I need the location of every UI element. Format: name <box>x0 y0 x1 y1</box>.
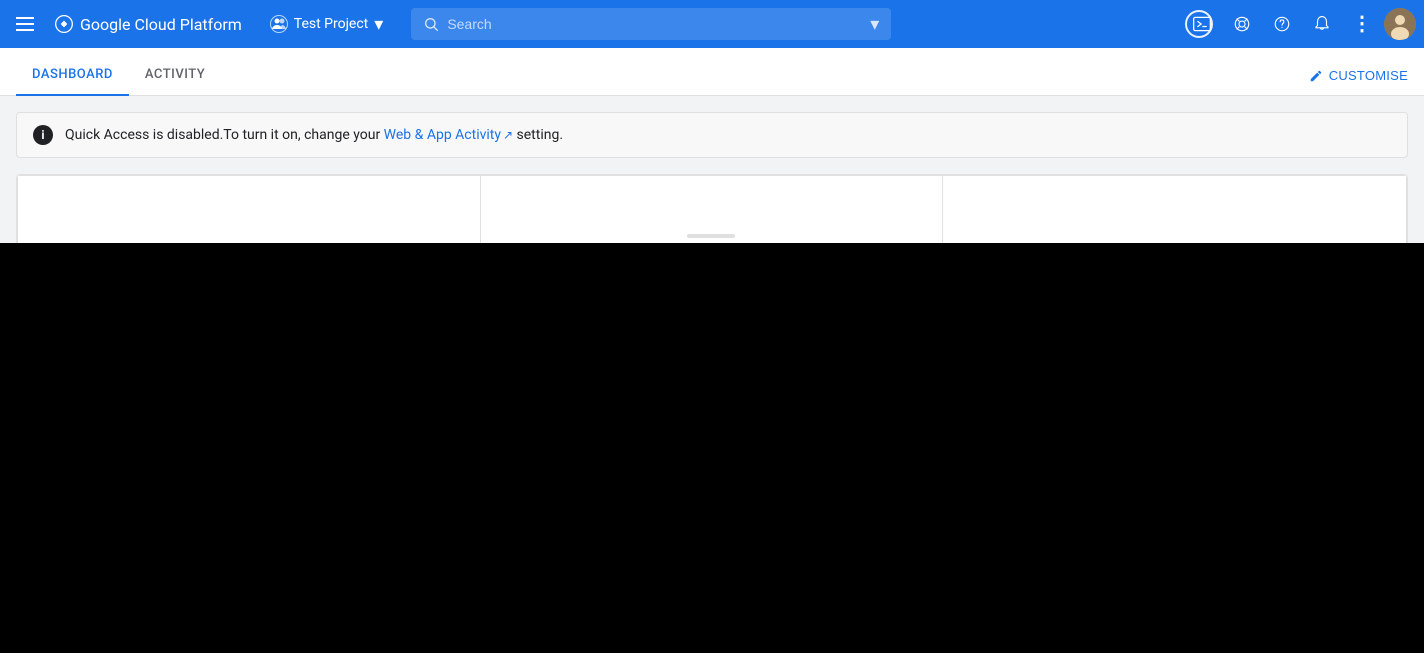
avatar[interactable] <box>1384 8 1416 40</box>
gcp-logo: Google Cloud Platform <box>54 14 242 34</box>
project-name: Test Project <box>294 16 368 32</box>
top-bar-left: Google Cloud Platform Test Project ▾ <box>8 9 391 39</box>
cloud-shell-button[interactable] <box>1184 6 1220 42</box>
search-bar: ▾ <box>411 8 891 40</box>
support-button[interactable] <box>1224 6 1260 42</box>
gcp-logo-icon <box>54 14 74 34</box>
bell-icon <box>1313 15 1331 33</box>
notifications-button[interactable] <box>1304 6 1340 42</box>
top-navigation-bar: Google Cloud Platform Test Project ▾ ▾ <box>0 0 1424 48</box>
help-icon <box>1273 15 1291 33</box>
quick-access-banner: i Quick Access is disabled.To turn it on… <box>16 112 1408 158</box>
menu-button[interactable] <box>8 9 42 39</box>
widget-separator <box>687 234 735 238</box>
project-selector[interactable]: Test Project ▾ <box>262 10 392 39</box>
more-options-button[interactable]: ⋮ <box>1344 6 1380 42</box>
search-dropdown-icon[interactable]: ▾ <box>870 14 879 35</box>
help-button[interactable] <box>1264 6 1300 42</box>
info-icon: i <box>33 125 53 145</box>
pencil-icon <box>1309 69 1323 83</box>
support-icon <box>1233 15 1251 33</box>
top-bar-right-icons: ⋮ <box>1184 6 1416 42</box>
search-icon <box>423 16 439 32</box>
notification-text: Quick Access is disabled.To turn it on, … <box>65 127 1391 143</box>
external-link-icon: ↗ <box>503 128 513 142</box>
tab-dashboard[interactable]: DASHBOARD <box>16 67 129 96</box>
tab-activity[interactable]: ACTIVITY <box>129 67 221 96</box>
terminal-icon <box>1192 14 1212 34</box>
project-icon <box>270 15 288 33</box>
black-content-area <box>0 243 1424 653</box>
search-input[interactable] <box>447 16 862 32</box>
web-app-activity-link[interactable]: Web & App Activity ↗ <box>384 127 513 143</box>
project-chevron-icon: ▾ <box>374 14 383 35</box>
project-people-icon <box>271 16 287 32</box>
gcp-title: Google Cloud Platform <box>80 15 242 34</box>
customise-button[interactable]: CUSTOMISE <box>1309 68 1408 95</box>
user-avatar <box>1384 8 1416 40</box>
tabs-bar: DASHBOARD ACTIVITY CUSTOMISE <box>0 48 1424 96</box>
more-dots-icon: ⋮ <box>1352 14 1372 34</box>
